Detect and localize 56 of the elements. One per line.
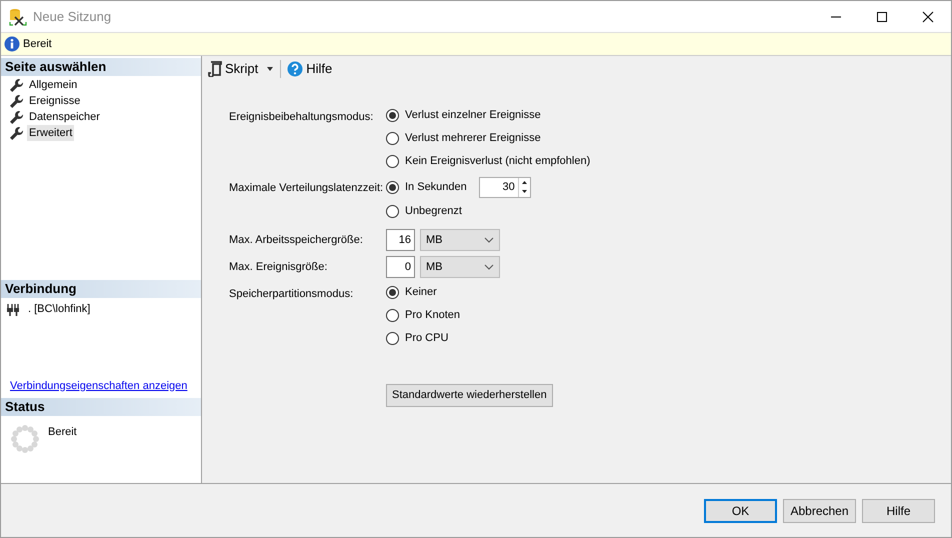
scroll-icon xyxy=(208,61,222,77)
chevron-icon xyxy=(484,237,494,243)
reset-defaults-button[interactable]: Standardwerte wiederherstellen xyxy=(386,384,553,406)
radio-button[interactable] xyxy=(386,205,399,218)
radio-button[interactable] xyxy=(386,286,399,299)
radio-option[interactable]: Verlust einzelner Ereignisse xyxy=(386,106,541,125)
help-button[interactable]: Hilfe xyxy=(285,59,334,79)
radio-button[interactable] xyxy=(386,181,399,194)
number-field[interactable]: 16 xyxy=(386,229,415,251)
page-item[interactable]: Allgemein xyxy=(27,76,80,94)
radio-option[interactable]: Pro Knoten xyxy=(386,306,460,325)
radio-option[interactable]: Unbegrenzt xyxy=(386,202,462,221)
number-field[interactable]: 0 xyxy=(386,256,415,278)
radio-option[interactable]: Kein Ereignisverlust (nicht empfohlen) xyxy=(386,152,590,171)
field-label: Max. Ereignisgröße: xyxy=(229,260,328,275)
radio-option[interactable]: Pro CPU xyxy=(386,329,448,348)
page-item[interactable]: Erweitert xyxy=(27,124,74,142)
connection-properties-link[interactable]: Verbindungseigenschaften anzeigen xyxy=(10,378,201,394)
status-text: Bereit xyxy=(23,36,52,52)
unit-dropdown[interactable]: MB xyxy=(420,256,500,278)
radio-option[interactable]: Keiner xyxy=(386,283,437,302)
wrench-icon xyxy=(9,78,23,92)
section-header: Status xyxy=(1,398,201,416)
server-text: . [BC\lohfink] xyxy=(28,302,90,317)
plug-icon xyxy=(6,302,20,316)
radio-button[interactable] xyxy=(386,132,399,145)
progress-spinner-icon xyxy=(10,424,40,454)
section-header: Verbindung xyxy=(1,280,201,298)
wrench-icon xyxy=(9,94,23,108)
help-icon xyxy=(287,61,304,77)
wrench-icon xyxy=(9,126,23,140)
chevron-icon xyxy=(484,264,494,270)
session-icon xyxy=(9,8,27,26)
field-label: Maximale Verteilungslatenzzeit: xyxy=(229,181,384,196)
dialog-button[interactable]: Abbrechen xyxy=(783,498,856,522)
number-spinner[interactable]: 30 xyxy=(478,177,531,198)
page-item[interactable]: Ereignisse xyxy=(27,92,82,110)
wrench-icon xyxy=(9,110,23,124)
unit-dropdown[interactable]: MB xyxy=(420,229,500,251)
section-header: Seite auswählen xyxy=(1,58,201,76)
radio-option[interactable]: Verlust mehrerer Ereignisse xyxy=(386,129,541,148)
radio-button[interactable] xyxy=(386,309,399,322)
info-icon xyxy=(4,36,20,52)
page-item[interactable]: Datenspeicher xyxy=(27,108,102,126)
window-title: Neue Sitzung xyxy=(33,8,112,26)
field-label: Ereignisbeibehaltungsmodus: xyxy=(229,110,374,125)
field-label: Speicherpartitionsmodus: xyxy=(229,287,354,302)
dialog-button[interactable]: OK xyxy=(704,498,777,522)
field-label: Max. Arbeitsspeichergröße: xyxy=(229,232,364,248)
radio-option[interactable]: In Sekunden xyxy=(386,178,467,197)
radio-button[interactable] xyxy=(386,332,399,345)
radio-button[interactable] xyxy=(386,109,399,122)
dialog-button[interactable]: Hilfe xyxy=(862,498,935,522)
status-text: Bereit xyxy=(48,425,77,440)
script-button[interactable]: Skript xyxy=(206,59,260,79)
radio-button[interactable] xyxy=(386,155,399,168)
